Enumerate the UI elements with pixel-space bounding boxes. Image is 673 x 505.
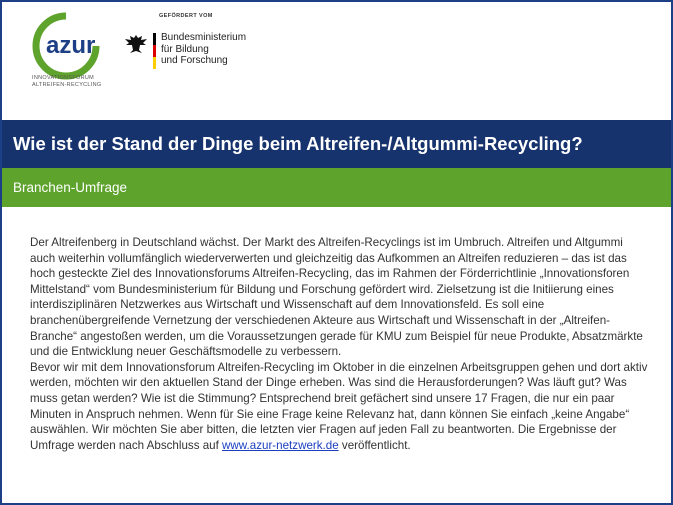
ministry-line1: Bundesministerium bbox=[161, 32, 247, 43]
survey-frame: azur INNOVATIONSFORUM ALTREIFEN-RECYCLIN… bbox=[0, 0, 673, 505]
ministry-line3: und Forschung bbox=[161, 55, 228, 66]
intro-paragraph-1: Der Altreifenberg in Deutschland wächst.… bbox=[30, 236, 643, 359]
website-link[interactable]: www.azur-netzwerk.de bbox=[222, 439, 339, 452]
federal-eagle-icon bbox=[125, 35, 147, 53]
logo-subtitle: INNOVATIONSFORUM ALTREIFEN-RECYCLING bbox=[32, 75, 112, 88]
svg-text:azur: azur bbox=[46, 32, 95, 59]
intro-paragraph-2: Bevor wir mit dem Innovationsforum Altre… bbox=[30, 360, 650, 454]
intro-paragraph-2-end: veröffentlicht. bbox=[338, 438, 411, 452]
header: azur INNOVATIONSFORUM ALTREIFEN-RECYCLIN… bbox=[2, 2, 671, 120]
german-flag-icon bbox=[153, 33, 156, 69]
section-subtitle: Branchen-Umfrage bbox=[2, 168, 671, 207]
ministry-name: Bundesministerium für Bildung und Forsch… bbox=[161, 32, 246, 67]
page-title: Wie ist der Stand der Dinge beim Altreif… bbox=[2, 120, 671, 168]
ministry-line2: für Bildung bbox=[161, 43, 209, 55]
funded-by-label: GEFÖRDERT VOM bbox=[159, 13, 213, 19]
logo-subtitle-line2: ALTREIFEN-RECYCLING bbox=[32, 81, 102, 88]
intro-text: Der Altreifenberg in Deutschland wächst.… bbox=[30, 235, 650, 453]
